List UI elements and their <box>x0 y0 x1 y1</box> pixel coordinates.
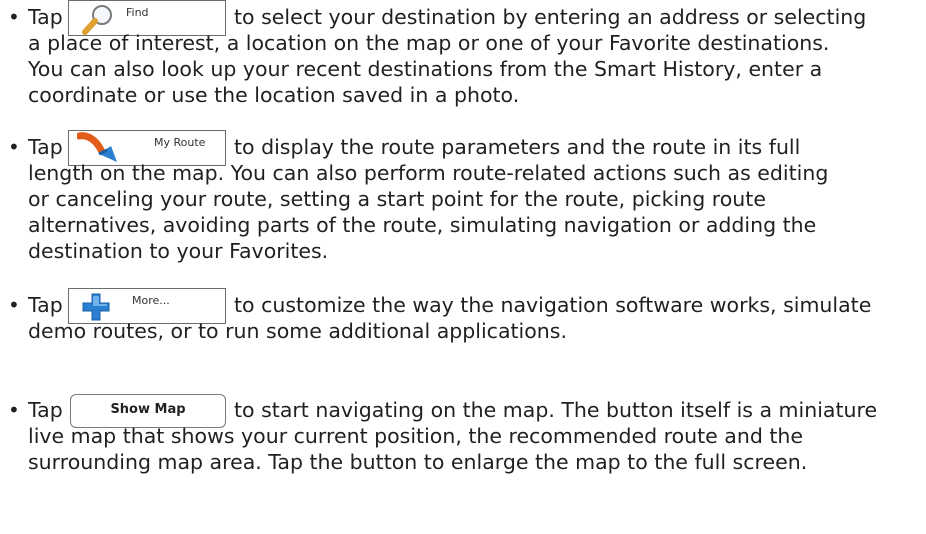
bullet: • <box>8 135 20 159</box>
item-text-line: length on the map. You can also perform … <box>28 161 829 185</box>
item-text-line: alternatives, avoiding parts of the rout… <box>28 213 817 237</box>
tap-word: Tap <box>28 135 63 159</box>
my-route-button-label: My Route <box>154 136 206 149</box>
bullet: • <box>8 398 20 422</box>
item-text-line: or canceling your route, setting a start… <box>28 187 766 211</box>
find-button-label: Find <box>126 6 149 19</box>
item-text-line: to display the route parameters and the … <box>234 135 801 159</box>
item-text-line: to customize the way the navigation soft… <box>234 293 872 317</box>
item-text-line: to start navigating on the map. The butt… <box>234 398 878 422</box>
item-text-line: You can also look up your recent destina… <box>28 57 823 81</box>
tap-word: Tap <box>28 5 63 29</box>
show-map-button-label: Show Map <box>110 402 186 417</box>
bullet: • <box>8 293 20 317</box>
item-text-line: a place of interest, a location on the m… <box>28 31 830 55</box>
item-text-line: destination to your Favorites. <box>28 239 329 263</box>
item-text-line: to select your destination by entering a… <box>234 5 867 29</box>
tap-word: Tap <box>28 293 63 317</box>
item-text-line: demo routes, or to run some additional a… <box>28 319 567 343</box>
item-text-line: coordinate or use the location saved in … <box>28 83 520 107</box>
item-text-line: surrounding map area. Tap the button to … <box>28 450 808 474</box>
bullet: • <box>8 5 20 29</box>
manual-page: • Tap Find to select your destination by… <box>0 0 926 534</box>
more-button-label: More... <box>132 294 170 307</box>
item-text-line: live map that shows your current positio… <box>28 424 804 448</box>
tap-word: Tap <box>28 398 63 422</box>
